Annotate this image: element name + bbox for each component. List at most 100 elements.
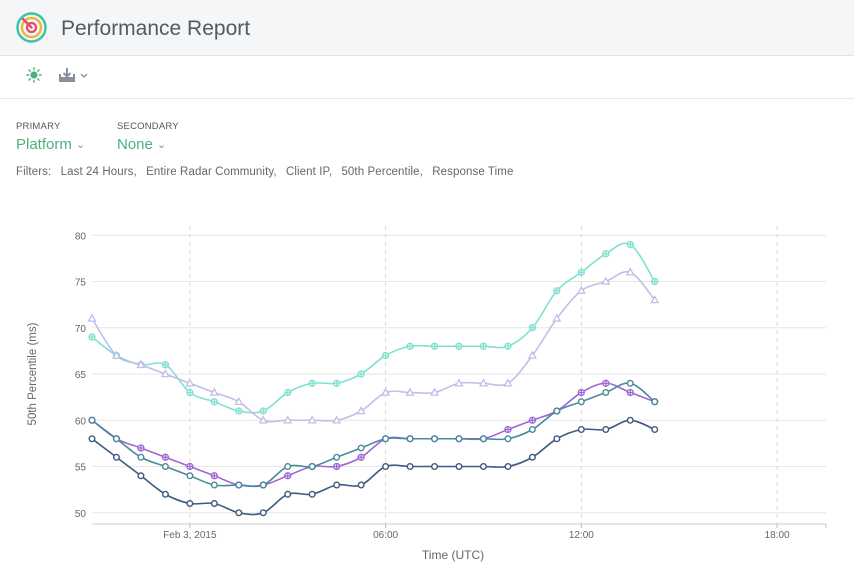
data-point (625, 267, 635, 276)
series-line (91, 270, 656, 423)
x-tick-label: 06:00 (373, 530, 398, 541)
data-point (234, 396, 244, 405)
y-tick-label: 60 (75, 416, 87, 427)
data-point (553, 407, 561, 415)
data-point (431, 463, 439, 471)
page-title: Performance Report (61, 17, 251, 40)
data-point (577, 398, 585, 406)
x-tick-label: 12:00 (569, 530, 594, 541)
data-point (259, 481, 267, 489)
data-point (112, 453, 120, 461)
y-tick-label: 75 (75, 278, 87, 289)
data-point (259, 509, 267, 517)
secondary-value: None (117, 136, 153, 153)
chevron-down-icon: ⌄ (156, 139, 167, 151)
data-point (137, 453, 145, 461)
y-tick-label: 70 (75, 324, 87, 335)
data-point (382, 463, 390, 471)
data-point (210, 500, 218, 508)
data-point (210, 481, 218, 489)
data-point (88, 435, 96, 443)
data-point (406, 463, 414, 471)
download-icon[interactable] (58, 66, 92, 84)
data-point (381, 387, 391, 396)
data-point (357, 481, 365, 489)
primary-dropdown[interactable]: Platform ⌄ (16, 136, 85, 153)
primary-label: PRIMARY (16, 121, 61, 132)
data-point (430, 387, 440, 396)
data-point (576, 285, 586, 294)
data-point (87, 313, 97, 322)
data-point (209, 387, 219, 396)
data-point (626, 416, 634, 424)
y-axis-label: 50th Percentile (ms) (27, 322, 39, 425)
data-point (528, 453, 536, 461)
filters-label: Filters: (16, 166, 52, 178)
secondary-dropdown[interactable]: None ⌄ (117, 136, 166, 153)
chevron-down-icon: ⌄ (75, 139, 86, 151)
filter-item: Client IP, (285, 166, 333, 178)
data-point (455, 435, 463, 443)
performance-line-chart: 50 55 60 65 70 75 80 Feb 3, 2015 06:00 12:00 18:00… (27, 226, 827, 562)
data-point (651, 425, 659, 433)
data-point (112, 435, 120, 443)
data-point (161, 490, 169, 498)
data-point (333, 453, 341, 461)
data-point (186, 500, 194, 508)
toolbar (0, 56, 854, 99)
data-point (553, 435, 561, 443)
x-axis-label: Time (UTC) (422, 548, 484, 562)
data-point (503, 378, 513, 387)
secondary-label: SECONDARY (117, 121, 179, 132)
data-point (308, 490, 316, 498)
data-point (357, 444, 365, 452)
series-line (91, 419, 656, 516)
data-point (504, 435, 512, 443)
y-tick-label: 65 (75, 370, 87, 381)
data-point (307, 415, 317, 424)
sun-icon[interactable] (26, 67, 42, 83)
filter-item: Last 24 Hours, (60, 166, 137, 178)
series-3 (88, 379, 659, 489)
data-point (601, 276, 611, 285)
data-point (504, 463, 512, 471)
data-point (405, 387, 415, 396)
y-tick-label: 50 (75, 509, 87, 520)
data-point (478, 378, 488, 387)
data-point (283, 415, 293, 424)
data-point (356, 406, 366, 415)
data-point (454, 378, 464, 387)
app-header: Performance Report (0, 0, 854, 56)
series-4 (88, 379, 659, 489)
data-point (602, 425, 610, 433)
y-tick-label: 80 (75, 231, 87, 242)
data-point (626, 379, 634, 387)
data-point (284, 463, 292, 471)
filters-bar: Filters: Last 24 Hours, Entire Radar Com… (16, 166, 519, 178)
data-point (651, 398, 659, 406)
data-point (88, 416, 96, 424)
data-point (431, 435, 439, 443)
data-point (455, 463, 463, 471)
data-point (161, 463, 169, 471)
filter-item: 50th Percentile, (341, 166, 423, 178)
filter-item: Response Time (432, 166, 514, 178)
data-point (235, 481, 243, 489)
data-point (528, 425, 536, 433)
filter-item: Entire Radar Community, (146, 166, 277, 178)
series-line (91, 382, 656, 488)
data-point (479, 435, 487, 443)
x-tick-label: 18:00 (765, 530, 790, 541)
data-point (308, 463, 316, 471)
data-point (137, 472, 145, 480)
data-point (284, 490, 292, 498)
data-point (185, 378, 195, 387)
data-point (258, 415, 268, 424)
data-point (333, 481, 341, 489)
data-point (382, 435, 390, 443)
y-tick-label: 55 (75, 463, 87, 474)
data-point (235, 509, 243, 517)
data-point (577, 425, 585, 433)
data-point (602, 388, 610, 396)
data-point (186, 472, 194, 480)
